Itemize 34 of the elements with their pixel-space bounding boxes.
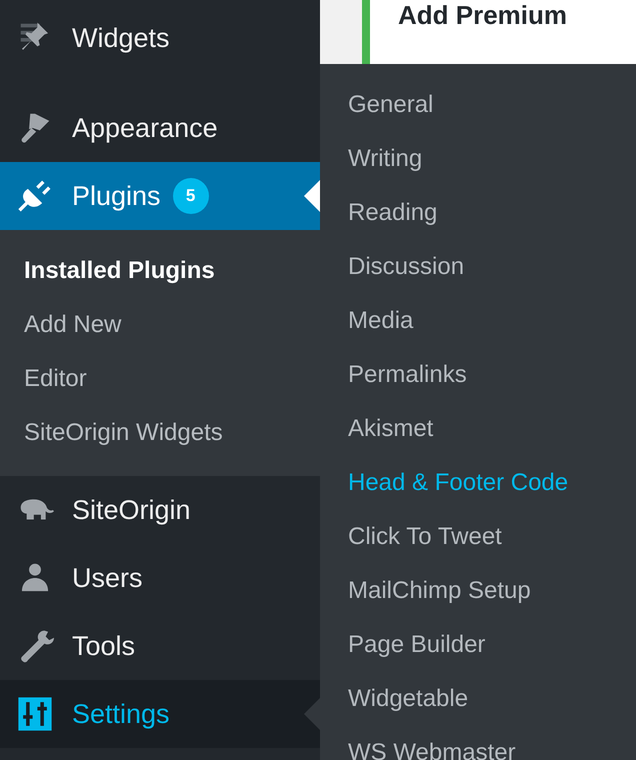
menu-label: Settings	[72, 698, 170, 730]
flyout-item[interactable]: Click To Tweet	[320, 510, 636, 564]
submenu-item[interactable]: Editor	[0, 352, 320, 406]
menu-item[interactable]: Plugins 5	[0, 162, 320, 230]
menu-label: Tools	[72, 630, 136, 662]
menu-item[interactable]: Tools	[0, 612, 320, 680]
submenu-item[interactable]: Add New	[0, 298, 320, 352]
menu-item[interactable]: Users	[0, 544, 320, 612]
flyout-item[interactable]: WS Webmaster	[320, 726, 636, 760]
menu-label: Users	[72, 562, 143, 594]
flyout-item[interactable]: Discussion	[320, 240, 636, 294]
flyout-item[interactable]: Akismet	[320, 402, 636, 456]
menu-label: Widgets	[72, 22, 170, 54]
menu-item[interactable]: SiteOrigin	[0, 476, 320, 544]
count-badge: 5	[172, 178, 209, 214]
menu-label: SiteOrigin	[72, 494, 191, 526]
flyout-item[interactable]: Reading	[320, 186, 636, 240]
menu-item[interactable]: Widgets	[0, 4, 320, 72]
flyout-item[interactable]: Widgetable	[320, 672, 636, 726]
flyout-item[interactable]: Permalinks	[320, 348, 636, 402]
menu-label: Appearance	[72, 112, 218, 144]
submenu-item[interactable]: Installed Plugins	[0, 244, 320, 298]
flyout-item[interactable]: Page Builder	[320, 618, 636, 672]
flyout-item[interactable]: Head & Footer Code	[320, 456, 636, 510]
menu-item[interactable]: Appearance	[0, 94, 320, 162]
menu-label: Plugins	[72, 180, 161, 212]
submenu-item[interactable]: SiteOrigin Widgets	[0, 406, 320, 460]
flyout-item[interactable]: Writing	[320, 132, 636, 186]
flyout-item[interactable]: MailChimp Setup	[320, 564, 636, 618]
flyout-item[interactable]: Media	[320, 294, 636, 348]
page-heading: Add Premium	[398, 0, 568, 30]
menu-item[interactable]: Settings	[0, 680, 320, 748]
sliders-icon	[16, 695, 54, 733]
flyout-item[interactable]: General	[320, 78, 636, 132]
